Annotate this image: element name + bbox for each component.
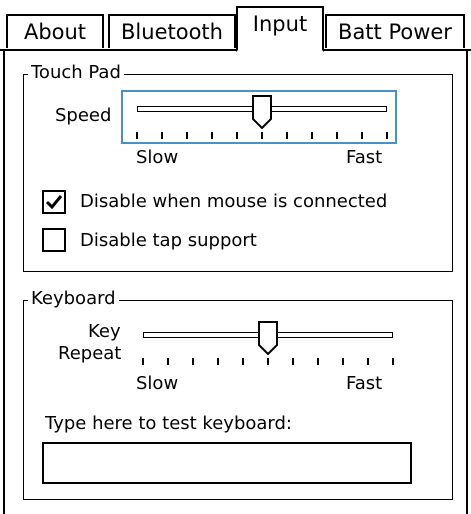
slider-tick	[142, 358, 144, 365]
key-repeat-fast-label: Fast	[346, 373, 383, 394]
slider-tick	[136, 132, 138, 139]
test-keyboard-prompt: Type here to test keyboard:	[45, 413, 292, 434]
slider-tick	[167, 358, 169, 365]
key-repeat-slider[interactable]	[133, 318, 399, 372]
checkmark-icon	[45, 195, 63, 210]
key-repeat-label-line1: Key	[88, 321, 121, 342]
touchpad-group-title: Touch Pad	[28, 63, 124, 83]
slider-tick	[242, 358, 244, 365]
slider-tick	[342, 358, 344, 365]
speed-label: Speed	[55, 105, 112, 126]
slider-tick	[267, 358, 269, 365]
disable-tap-label[interactable]: Disable tap support	[80, 231, 257, 251]
key-repeat-slider-thumb[interactable]	[258, 321, 278, 355]
keyboard-group-title: Keyboard	[28, 289, 119, 309]
slider-tick	[292, 358, 294, 365]
disable-when-mouse-checkbox[interactable]	[42, 190, 66, 214]
slider-tick	[261, 132, 263, 139]
speed-slow-label: Slow	[136, 147, 179, 168]
slider-tick	[386, 132, 388, 139]
slider-tick	[286, 132, 288, 139]
disable-when-mouse-label[interactable]: Disable when mouse is connected	[80, 192, 387, 212]
disable-tap-checkbox[interactable]	[42, 228, 66, 252]
slider-tick	[211, 132, 213, 139]
tab-input[interactable]: Input	[236, 6, 324, 52]
slider-tick	[236, 132, 238, 139]
slider-tick	[311, 132, 313, 139]
tab-batt-power[interactable]: Batt Power	[325, 14, 465, 48]
page-border-right	[466, 50, 468, 514]
slider-tick	[186, 132, 188, 139]
slider-tick	[361, 132, 363, 139]
slider-tick	[367, 358, 369, 365]
input-settings-page: About Bluetooth Input Batt Power Touch P…	[0, 0, 471, 514]
speed-slider[interactable]	[121, 90, 397, 144]
slider-tick	[317, 358, 319, 365]
speed-slider-thumb[interactable]	[252, 95, 272, 129]
key-repeat-slow-label: Slow	[136, 373, 179, 394]
page-border-left	[3, 50, 5, 514]
slider-tick	[161, 132, 163, 139]
test-keyboard-input[interactable]	[42, 442, 412, 484]
slider-tick	[192, 358, 194, 365]
slider-tick	[392, 358, 394, 365]
key-repeat-label-line2: Repeat	[58, 343, 122, 364]
slider-tick	[217, 358, 219, 365]
slider-tick	[336, 132, 338, 139]
tab-bluetooth[interactable]: Bluetooth	[108, 14, 236, 48]
speed-fast-label: Fast	[346, 147, 383, 168]
tab-about[interactable]: About	[6, 14, 104, 48]
tab-bar: About Bluetooth Input Batt Power	[0, 0, 471, 52]
